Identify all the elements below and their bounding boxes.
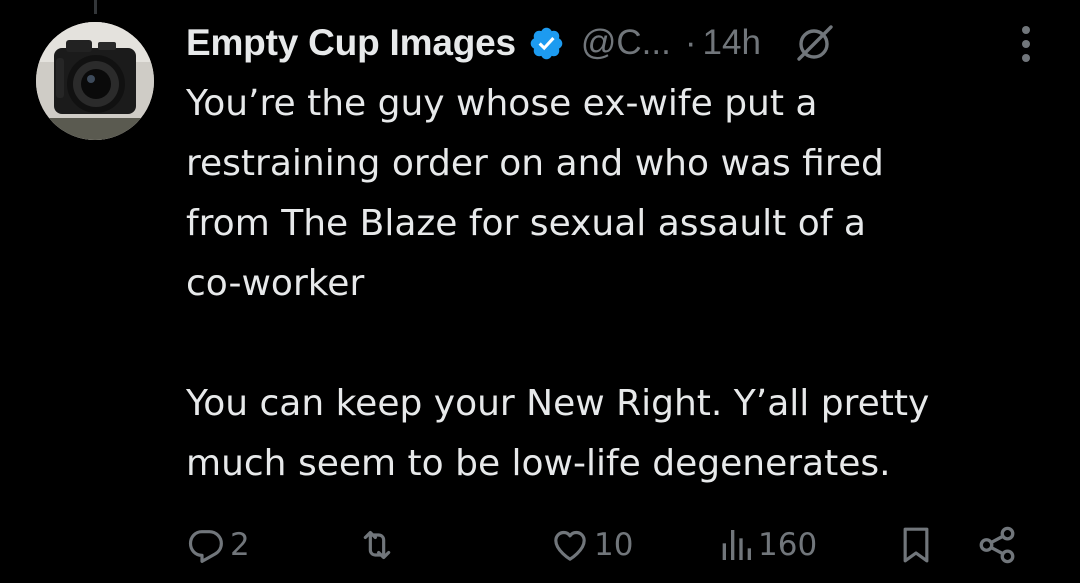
reply-icon	[188, 530, 223, 563]
separator-dot: ·	[684, 23, 697, 62]
reply-button[interactable]: 2	[186, 520, 250, 570]
author-handle[interactable]: @C...	[581, 23, 671, 63]
heart-icon	[554, 530, 586, 561]
more-vertical-icon[interactable]	[1020, 24, 1032, 64]
views-count: 160	[758, 527, 818, 563]
post-body: You’re the guy whose ex-wife put a restr…	[186, 74, 1046, 494]
thread-connector-line	[94, 0, 97, 14]
grok-icon[interactable]	[795, 23, 835, 63]
like-button[interactable]: 10	[550, 520, 633, 570]
verified-badge-icon[interactable]	[528, 25, 565, 62]
post-paragraph-1: You’re the guy whose ex-wife put a restr…	[186, 83, 884, 304]
views-chart-icon	[722, 530, 751, 560]
post-paragraph-2: You can keep your New Right. Y’all prett…	[186, 383, 930, 484]
repost-icon	[363, 530, 391, 560]
action-bar: 2 10 160	[186, 520, 1032, 570]
like-count: 10	[594, 527, 634, 563]
share-icon	[979, 526, 1015, 564]
views-button[interactable]: 160	[718, 520, 817, 570]
author-name[interactable]: Empty Cup Images	[186, 22, 516, 64]
camera-avatar-image	[36, 22, 154, 140]
post-timestamp[interactable]: 14h	[703, 23, 761, 63]
repost-button[interactable]	[356, 520, 402, 570]
post-header: Empty Cup Images @C... · 14h	[186, 16, 1056, 70]
bookmark-icon	[903, 527, 929, 563]
share-button[interactable]	[976, 520, 1018, 570]
bookmark-button[interactable]	[898, 520, 934, 570]
reply-count: 2	[230, 527, 250, 563]
avatar[interactable]	[36, 22, 154, 140]
